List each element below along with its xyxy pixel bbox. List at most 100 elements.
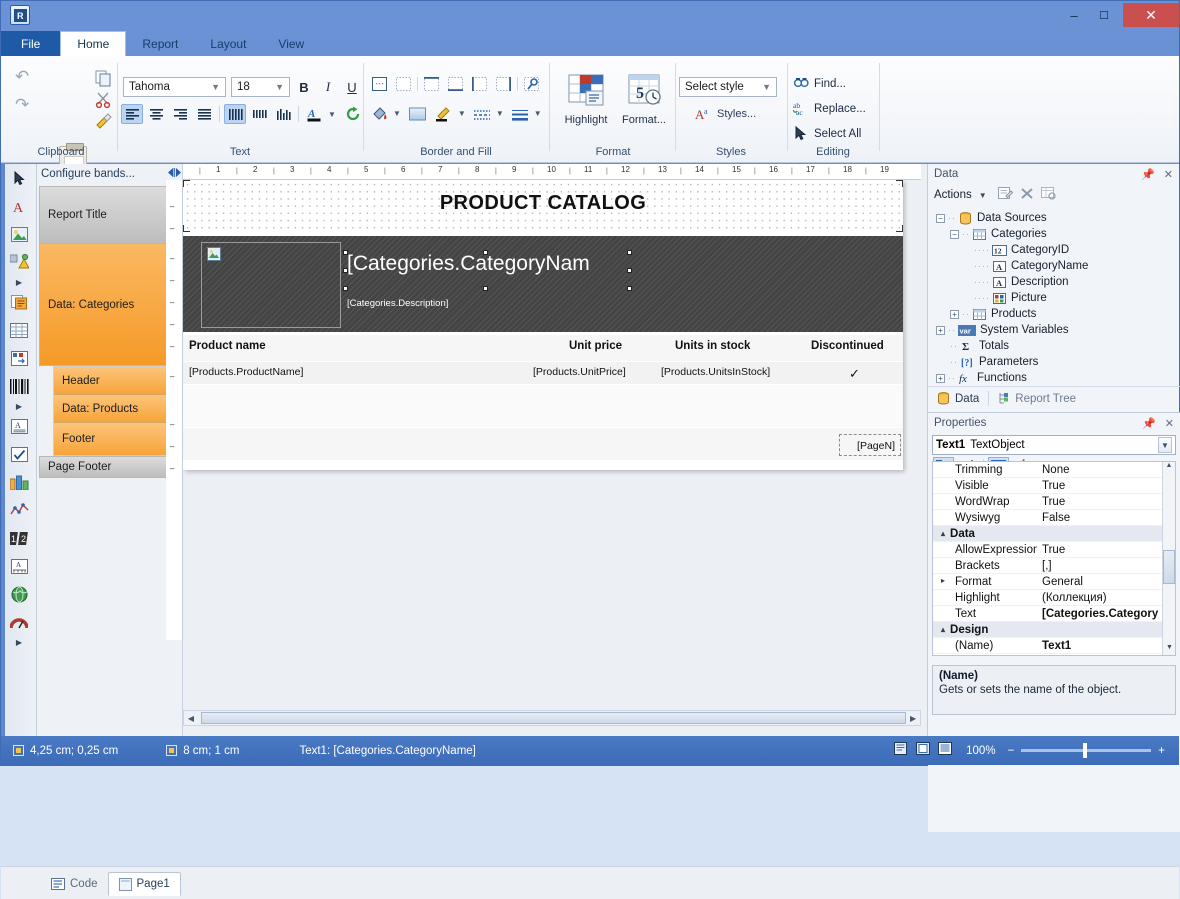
- category-name-object[interactable]: [Categories.CategoryNam: [347, 252, 590, 276]
- border-top-button[interactable]: [421, 74, 442, 93]
- property-row-name[interactable]: (Name) Text1: [933, 638, 1175, 654]
- line-width-button[interactable]: [510, 104, 531, 123]
- tree-node-data-sources[interactable]: − ·· Data Sources: [934, 210, 1179, 226]
- property-scroll-thumb[interactable]: [1163, 550, 1175, 584]
- property-row-brackets[interactable]: Brackets [,]: [933, 558, 1175, 574]
- view-data-button[interactable]: [1040, 187, 1057, 203]
- band-page-footer[interactable]: Page Footer: [39, 456, 181, 478]
- border-brush-button[interactable]: [434, 104, 455, 123]
- tab-report-tree[interactable]: Report Tree: [989, 388, 1085, 410]
- line-style-dropdown-icon[interactable]: ▼: [496, 109, 504, 118]
- align-center-button[interactable]: [145, 104, 167, 124]
- band-data-products[interactable]: Data: Products: [54, 395, 180, 423]
- border-bottom-button[interactable]: [445, 74, 466, 93]
- tool-linear-gauge[interactable]: A: [1, 552, 37, 580]
- select-all-button[interactable]: Select All: [793, 123, 861, 144]
- page-view-button[interactable]: [916, 742, 931, 759]
- object-dropdown-icon[interactable]: ▼: [1158, 437, 1172, 453]
- expander-icon-5[interactable]: +: [936, 373, 945, 383]
- list-view-button[interactable]: [938, 742, 953, 759]
- column-header-unit-price[interactable]: Unit price: [569, 340, 622, 352]
- category-description-object[interactable]: [Categories.Description]: [347, 298, 448, 309]
- border-all-button[interactable]: [369, 74, 390, 93]
- property-row-format[interactable]: ▸ Format General: [933, 574, 1175, 590]
- scroll-right-icon[interactable]: ▶: [906, 714, 920, 723]
- property-value[interactable]: [,]: [1037, 560, 1175, 572]
- fill-style-button[interactable]: [407, 104, 428, 123]
- cell-units-in-stock[interactable]: [Products.UnitsInStock]: [661, 366, 770, 378]
- property-grid-scrollbar[interactable]: ▲ ▼: [1162, 462, 1175, 655]
- property-value[interactable]: General: [1037, 576, 1175, 588]
- format-button[interactable]: 5 Format...: [615, 72, 673, 126]
- category-expander-icon-2[interactable]: ▴: [941, 625, 945, 634]
- tool-gauge[interactable]: [1, 608, 37, 636]
- tree-node-description[interactable]: ···· A Description: [934, 274, 1179, 290]
- property-row-highlight[interactable]: Highlight (Коллекция): [933, 590, 1175, 606]
- valign-middle-button[interactable]: [248, 104, 270, 124]
- report-title-object[interactable]: PRODUCT CATALOG: [183, 192, 903, 215]
- zoom-slider[interactable]: [1021, 743, 1152, 758]
- property-row-visible[interactable]: Visible True: [933, 478, 1175, 494]
- report-canvas[interactable]: PRODUCT CATALOG [Categories.CategoryNam …: [183, 180, 921, 710]
- rotate-button[interactable]: [342, 104, 364, 124]
- find-button[interactable]: Find...: [793, 73, 846, 94]
- canvas-band-data-categories[interactable]: [Categories.CategoryNam [Categories.Desc…: [183, 236, 903, 332]
- tree-node-totals[interactable]: ·· Σ Totals: [934, 338, 1179, 354]
- copy-button[interactable]: [95, 70, 112, 90]
- font-size-combo[interactable]: 18 ▼: [231, 77, 290, 97]
- close-icon-2[interactable]: ✕: [1165, 417, 1174, 430]
- tab-data[interactable]: Data: [928, 388, 988, 410]
- property-row-wordwrap[interactable]: WordWrap True: [933, 494, 1175, 510]
- tab-file[interactable]: File: [1, 31, 61, 56]
- close-icon[interactable]: ✕: [1164, 168, 1173, 181]
- border-left-button[interactable]: [469, 74, 490, 93]
- picture-object[interactable]: [201, 242, 341, 328]
- tool-barcode-submenu[interactable]: ▶: [1, 400, 37, 412]
- property-category-design[interactable]: ▴ Design: [933, 622, 1175, 638]
- tree-node-category-id[interactable]: ···· 12 CategoryID: [934, 242, 1179, 258]
- tool-matrix[interactable]: [1, 344, 37, 372]
- band-header[interactable]: Header: [54, 367, 180, 395]
- column-header-discontinued[interactable]: Discontinued: [811, 340, 884, 352]
- fill-color-dropdown-icon[interactable]: ▼: [393, 109, 401, 118]
- align-right-button[interactable]: [169, 104, 191, 124]
- selection-handle[interactable]: [343, 286, 348, 291]
- replace-button[interactable]: ab ac Replace...: [793, 98, 866, 119]
- column-header-product-name[interactable]: Product name: [189, 340, 266, 352]
- border-none-button[interactable]: [393, 74, 414, 93]
- report-page[interactable]: PRODUCT CATALOG [Categories.CategoryNam …: [183, 180, 903, 470]
- tree-node-categories[interactable]: − ·· Categories: [934, 226, 1179, 242]
- zoom-slider-knob[interactable]: [1083, 743, 1088, 758]
- actions-menu[interactable]: Actions: [934, 189, 972, 201]
- column-header-units-in-stock[interactable]: Units in stock: [675, 340, 750, 352]
- property-value[interactable]: Text1: [1037, 640, 1175, 652]
- selection-handle[interactable]: [483, 250, 488, 255]
- cell-product-name[interactable]: [Products.ProductName]: [189, 366, 303, 378]
- tab-home[interactable]: Home: [60, 31, 127, 56]
- property-row-trimming[interactable]: Trimming None: [933, 462, 1175, 478]
- border-brush-dropdown-icon[interactable]: ▼: [458, 109, 466, 118]
- minimize-button[interactable]: –: [1059, 3, 1089, 27]
- scroll-down-icon[interactable]: ▼: [1163, 644, 1175, 655]
- cut-button[interactable]: [95, 91, 112, 111]
- selection-handle[interactable]: [343, 268, 348, 273]
- close-button[interactable]: ✕: [1123, 3, 1179, 27]
- pin-icon[interactable]: 📌: [1141, 168, 1155, 181]
- property-row-allowexpression[interactable]: AllowExpression True: [933, 542, 1175, 558]
- valign-top-button[interactable]: [224, 104, 246, 124]
- tab-layout[interactable]: Layout: [194, 31, 262, 56]
- canvas-band-report-title[interactable]: PRODUCT CATALOG: [183, 180, 903, 232]
- expander-icon-2[interactable]: −: [950, 229, 959, 239]
- expander-icon-4[interactable]: +: [936, 325, 945, 335]
- selection-handle[interactable]: [627, 268, 632, 273]
- expander-icon-3[interactable]: +: [950, 309, 959, 319]
- property-row-wysiwyg[interactable]: Wysiwyg False: [933, 510, 1175, 526]
- tab-view[interactable]: View: [262, 31, 320, 56]
- property-value[interactable]: (Коллекция): [1037, 592, 1175, 604]
- canvas-hscrollbar[interactable]: ◀ ▶: [183, 710, 921, 726]
- band-data-categories[interactable]: Data: Categories: [39, 244, 181, 366]
- selection-handle[interactable]: [483, 286, 488, 291]
- tree-node-parameters[interactable]: ·· [?] Parameters: [934, 354, 1179, 370]
- highlight-button[interactable]: Highlight: [557, 72, 615, 126]
- scroll-left-icon[interactable]: ◀: [184, 714, 198, 723]
